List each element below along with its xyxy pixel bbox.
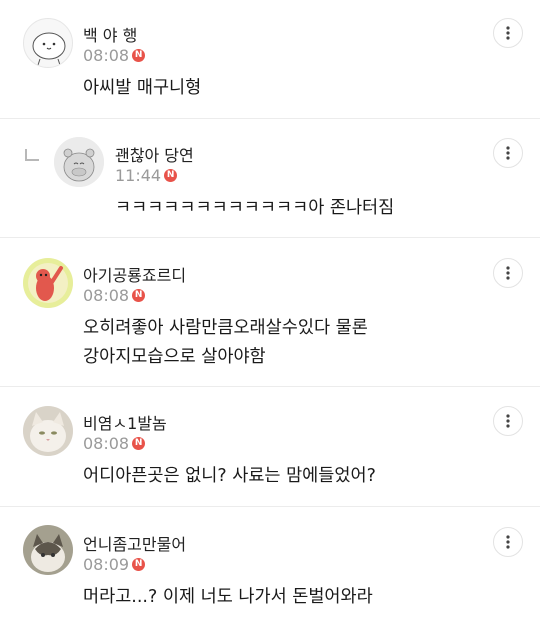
reply-item: 괜찮아 당연 11:44 N ㅋㅋㅋㅋㅋㅋㅋㅋㅋㅋㅋㅋ아 존나터짐 [0, 119, 540, 237]
red-character-avatar-icon [23, 258, 73, 308]
new-badge-icon: N [132, 289, 146, 302]
kebab-menu-icon [506, 535, 510, 549]
reply-indicator-icon [25, 149, 39, 161]
kebab-menu-icon [506, 414, 510, 428]
white-cat-avatar-icon [23, 406, 73, 456]
comment-item: 백 야 행 08:08 N 아씨발 매구니형 [0, 0, 540, 118]
comment-time: 08:08 N [83, 434, 146, 453]
new-badge-icon: N [164, 169, 178, 182]
avatar[interactable] [23, 525, 73, 575]
kebab-menu-icon [506, 26, 510, 40]
kebab-menu-icon [506, 266, 510, 280]
new-badge-icon: N [132, 558, 146, 571]
comment-text: 머라고...? 이제 너도 나가서 돈벌어와라 [83, 583, 373, 612]
comment-author[interactable]: 언니좀고만물어 [83, 531, 186, 555]
comment-timestamp: 11:44 [115, 166, 162, 185]
comment-text-line: 강아지모습으로 살아야함 [83, 347, 266, 367]
comment-timestamp: 08:08 [83, 434, 130, 453]
comment-time: 08:08 N [83, 286, 146, 305]
comment-author[interactable]: 백 야 행 [83, 22, 137, 46]
comment-text: ㅋㅋㅋㅋㅋㅋㅋㅋㅋㅋㅋㅋ아 존나터짐 [115, 194, 394, 223]
comment-timestamp: 08:09 [83, 555, 130, 574]
comment-time: 11:44 N [115, 166, 178, 185]
comment-text: 오히려좋아 사람만큼오래살수있다 물론 강아지모습으로 살아야함 [83, 314, 368, 372]
comment-item: 아기공룡죠르디 08:08 N 오히려좋아 사람만큼오래살수있다 물론 강아지모… [0, 238, 540, 386]
new-badge-icon: N [132, 49, 146, 62]
avatar[interactable] [23, 406, 73, 456]
more-options-button[interactable] [493, 527, 523, 557]
comment-item: 비염ㅅ1발놈 08:08 N 어디아픈곳은 없니? 사료는 맘에들었어? [0, 387, 540, 506]
comment-text-line: 아씨발 매구니형 [83, 78, 202, 98]
avatar[interactable] [23, 258, 73, 308]
white-blob-avatar-icon [32, 32, 66, 66]
comment-text-line: 머라고...? 이제 너도 나가서 돈벌어와라 [83, 587, 373, 607]
hippo-avatar-icon [54, 137, 104, 187]
more-options-button[interactable] [493, 18, 523, 48]
new-badge-icon: N [132, 437, 146, 450]
more-options-button[interactable] [493, 138, 523, 168]
comment-time: 08:08 N [83, 46, 146, 65]
comment-text: 아씨발 매구니형 [83, 74, 201, 103]
comment-timestamp: 08:08 [83, 286, 130, 305]
comment-text-line: ㅋㅋㅋㅋㅋㅋㅋㅋㅋㅋㅋㅋ아 존나터짐 [115, 198, 395, 218]
kebab-menu-icon [506, 146, 510, 160]
more-options-button[interactable] [493, 258, 523, 288]
comment-author[interactable]: 아기공룡죠르디 [83, 262, 186, 286]
avatar[interactable] [23, 18, 73, 68]
comment-text-line: 오히려좋아 사람만큼오래살수있다 물론 [83, 318, 368, 338]
comment-time: 08:09 N [83, 555, 146, 574]
comment-text-line: 어디아픈곳은 없니? 사료는 맘에들었어? [83, 466, 376, 486]
comment-author[interactable]: 비염ㅅ1발놈 [83, 410, 167, 434]
more-options-button[interactable] [493, 406, 523, 436]
comment-item: 언니좀고만물어 08:09 N 머라고...? 이제 너도 나가서 돈벌어와라 [0, 507, 540, 621]
comment-text: 어디아픈곳은 없니? 사료는 맘에들었어? [83, 462, 376, 491]
comment-timestamp: 08:08 [83, 46, 130, 65]
avatar[interactable] [54, 137, 104, 187]
tabby-cat-avatar-icon [23, 525, 73, 575]
comment-author[interactable]: 괜찮아 당연 [115, 142, 194, 166]
